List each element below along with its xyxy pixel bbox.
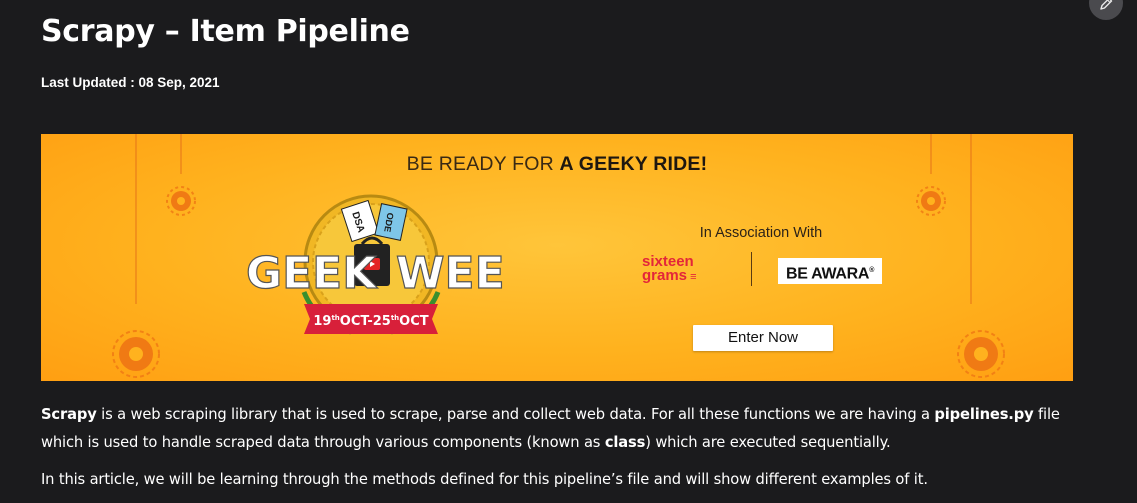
geek-week-banner[interactable]: BE READY FOR A GEEKY RIDE! DSA ODE GEEK … bbox=[41, 134, 1073, 381]
association-label: In Association With bbox=[699, 225, 823, 241]
intro-paragraph: Scrapy is a web scraping library that is… bbox=[41, 406, 1060, 451]
logo-geek-text: GEEK bbox=[246, 248, 378, 299]
article-page: Scrapy – Item Pipeline Last Updated : 08… bbox=[0, 0, 1137, 503]
banner-headline: BE READY FOR A GEEKY RIDE! bbox=[406, 153, 708, 175]
pencil-icon bbox=[1100, 0, 1113, 10]
enter-now-button[interactable]: Enter Now bbox=[693, 325, 833, 351]
edit-button[interactable] bbox=[1089, 0, 1123, 20]
be-awara-logo: BE AWARA® bbox=[778, 258, 882, 284]
sixteen-grams-logo: sixteen grams ≡ bbox=[642, 253, 697, 284]
last-updated-date: Last Updated : 08 Sep, 2021 bbox=[41, 75, 220, 90]
sponsor-divider bbox=[751, 252, 752, 286]
logo-dates: 19thOCT-25thOCT bbox=[313, 314, 428, 329]
article-summary-paragraph: In this article, we will be learning thr… bbox=[41, 471, 928, 488]
logo-week-text: WEEK bbox=[396, 248, 506, 299]
article-title: Scrapy – Item Pipeline bbox=[41, 14, 410, 49]
geek-week-logo: DSA ODE GEEK WEEK 19thOCT-25thOCT bbox=[246, 194, 506, 335]
